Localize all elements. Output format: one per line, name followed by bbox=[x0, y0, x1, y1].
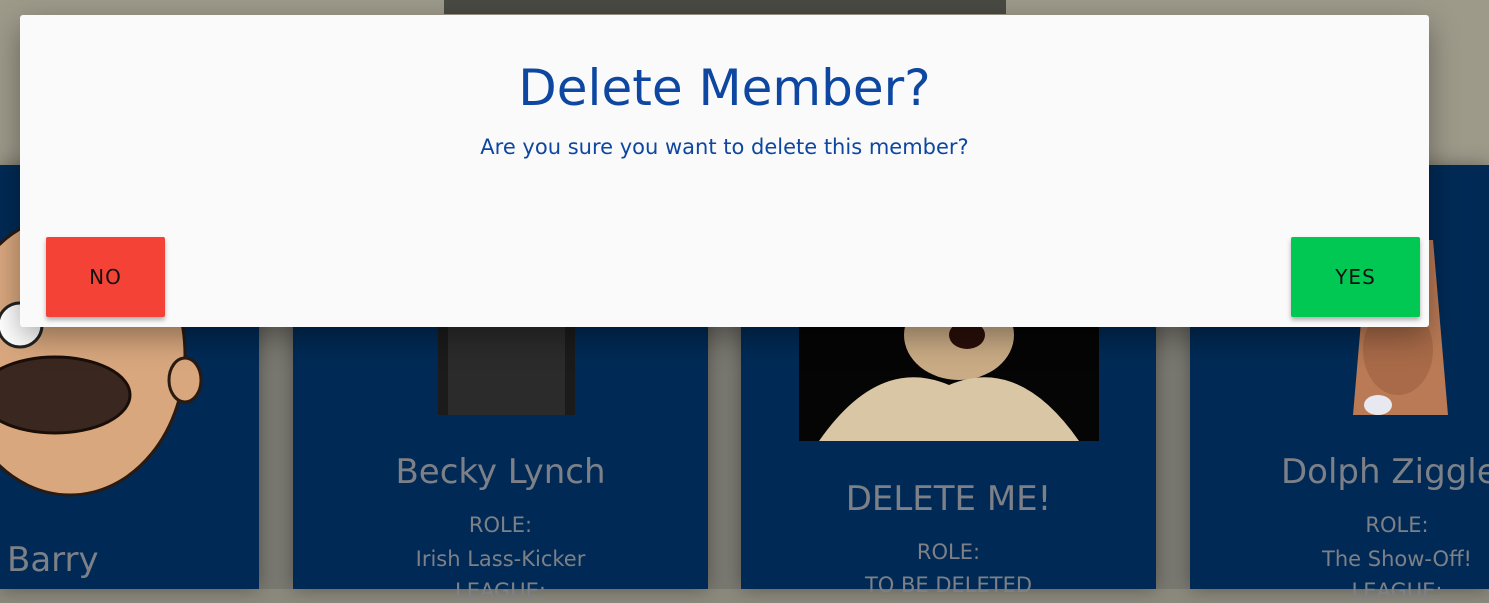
dialog-title: Delete Member? bbox=[518, 59, 931, 117]
dialog-message: Are you sure you want to delete this mem… bbox=[480, 135, 969, 159]
no-button[interactable]: NO bbox=[46, 237, 165, 317]
yes-button[interactable]: YES bbox=[1291, 237, 1420, 317]
delete-confirmation-dialog: Delete Member? Are you sure you want to … bbox=[20, 15, 1429, 327]
